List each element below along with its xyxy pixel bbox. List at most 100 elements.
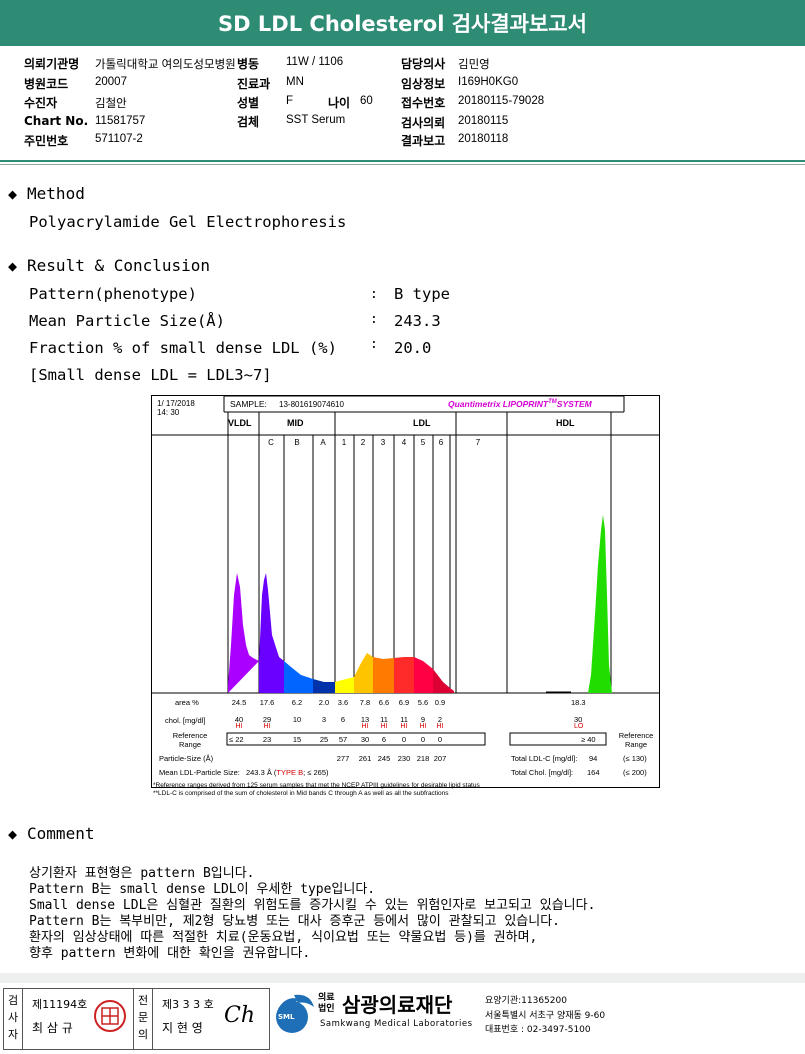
footnote-1: *Reference ranges derived from 125 serum…: [153, 782, 480, 789]
method-text: Polyacrylamide Gel Electrophoresis: [29, 213, 347, 231]
info-value-clinical-info: I169H0KG0: [458, 76, 519, 88]
tester-no: 제11194호: [32, 998, 88, 1011]
info-value-specimen: SST Serum: [286, 114, 346, 126]
area-hdl: 18.3: [571, 698, 586, 707]
sub-band-label: 5: [420, 438, 426, 447]
area-value: 6.2: [291, 698, 303, 707]
result-particle-size-value: 243.3: [394, 312, 441, 330]
total-ldl: 94: [589, 754, 598, 763]
address: 서울특별시 서초구 양재동 9-60: [485, 1011, 606, 1021]
ref-first: ≤ 22: [229, 735, 244, 744]
total-ldl-label: Total LDL-C [mg/dl]:: [511, 754, 578, 763]
result-section-title: ◆ Result & Conclusion: [8, 256, 210, 275]
area-value: 17.6: [259, 698, 275, 707]
chol-value: 6: [340, 715, 346, 724]
diamond-bullet-icon: ◆: [8, 256, 18, 275]
lipoprint-time: 14: 30: [157, 408, 180, 417]
info-label-doctor: 담당의사: [401, 57, 446, 71]
particle-label: Particle-Size (Å): [159, 754, 214, 763]
area-value: 24.5: [231, 698, 247, 707]
info-value-request-date: 20180115: [458, 115, 509, 127]
info-value-sex: F: [286, 95, 294, 107]
sub-band-label: C: [268, 438, 274, 447]
result-colon: :: [370, 337, 378, 352]
lipoprint-brand: Quantimetrix LIPOPRINTTMSYSTEM: [448, 399, 592, 409]
info-label-request-date: 검사의뢰: [401, 116, 446, 130]
info-label-institution: 의뢰기관명: [24, 57, 80, 71]
brand-system: SYSTEM: [556, 399, 592, 409]
info-label-ward: 병동: [237, 57, 260, 71]
brand-tm: TM: [548, 399, 557, 406]
flag-value: HI: [263, 723, 271, 730]
sub-band-label: 2: [360, 438, 366, 447]
tester-label: 검사자: [7, 994, 19, 1041]
result-pattern-value: B type: [394, 285, 450, 303]
info-label-sex: 성별: [237, 96, 260, 110]
diamond-bullet-icon: ◆: [8, 184, 18, 203]
logo-text: SML: [278, 1013, 295, 1021]
org-name-en: Samkwang Medical Laboratories: [320, 1019, 473, 1029]
mean-ref: ; ≤ 265): [303, 768, 329, 777]
method-section-title: ◆ Method: [8, 184, 85, 203]
chol-value: 10: [292, 715, 302, 724]
sub-band-label: 4: [401, 438, 407, 447]
comment-title: Comment: [27, 824, 95, 843]
info-value-chart-no: 11581757: [95, 115, 146, 127]
info-label-clinical-info: 임상정보: [401, 77, 446, 91]
sub-band-label: A: [320, 438, 326, 447]
mean-label: Mean LDL-Particle Size:: [159, 768, 240, 777]
sub-band-label: B: [294, 438, 300, 447]
institution-code: 요양기관:11365200: [485, 996, 567, 1006]
footnote-2: **LDL-C is comprised of the sum of chole…: [153, 790, 449, 797]
report-title: SD LDL Cholesterol 검사결과보고서: [218, 12, 587, 36]
ref-label: Reference Range: [172, 731, 208, 749]
info-label-age: 나이: [328, 96, 351, 110]
info-label-patient: 수진자: [24, 96, 58, 110]
info-divider: [0, 160, 805, 162]
seal-icon: [94, 1000, 126, 1032]
result-colon: :: [370, 312, 378, 327]
info-label-report-date: 결과보고: [401, 134, 446, 148]
flag-value: HI: [436, 723, 444, 730]
result-fraction-value: 20.0: [394, 339, 432, 357]
sub-band-label: 7: [475, 438, 481, 447]
info-label-resident-no: 주민번호: [24, 134, 69, 148]
ref-value: 23: [262, 735, 272, 744]
mean-particle-line: Mean LDL-Particle Size: 243.3 Å (TYPE B;…: [159, 768, 329, 777]
flag-value: HI: [235, 723, 243, 730]
info-value-institution: 가톨릭대학교 여의도성모병원: [95, 59, 236, 71]
report-header: SD LDL Cholesterol 검사결과보고서: [0, 0, 805, 46]
info-value-department: MN: [286, 76, 304, 88]
info-label-receipt-no: 접수번호: [401, 96, 446, 110]
result-title: Result & Conclusion: [27, 256, 211, 275]
area-label: area %: [175, 698, 199, 707]
doctor-signature: Ch: [224, 1003, 256, 1028]
org-type: 의료법인: [318, 993, 335, 1014]
info-value-age: 60: [360, 95, 373, 107]
comment-line: 향후 pattern 변화에 대한 확인을 권유합니다.: [29, 946, 311, 961]
info-value-receipt-no: 20180115-79028: [458, 95, 545, 107]
info-value-resident-no: 571107-2: [95, 133, 143, 145]
sub-band-label: 3: [380, 438, 386, 447]
particle-value: 277: [336, 754, 350, 763]
info-value-doctor: 김민영: [458, 59, 490, 71]
mean-value: 243.3 Å: [245, 768, 272, 777]
area-value: 0.9: [434, 698, 446, 707]
info-label-department: 진료과: [237, 77, 271, 91]
total-chol-ref: (≤ 200): [623, 768, 647, 777]
doctor-label: 전문의: [137, 994, 149, 1041]
flag-hdl: LO: [574, 723, 584, 730]
info-divider-thin: [0, 164, 805, 165]
band-group-ldl: LDL: [413, 418, 431, 428]
result-pattern-label: Pattern(phenotype): [29, 285, 197, 303]
chol-label: chol. [mg/dl]: [165, 716, 206, 725]
lipoprint-report: 1/ 17/2018 14: 30 SAMPLE: 13-80161907461…: [151, 395, 661, 805]
info-label-hospital-code: 병원코드: [24, 77, 69, 91]
total-chol-label: Total Chol. [mg/dl]:: [511, 768, 574, 777]
area-value: 3.6: [337, 698, 349, 707]
ref-label-right: Reference Range: [618, 731, 654, 749]
report-footer: 검사자 제11194호 최 삼 규 전문의 제3 3 3 호 지 현 영 Ch …: [0, 975, 805, 1054]
lipoprint-date: 1/ 17/2018: [157, 399, 195, 408]
diamond-bullet-icon: ◆: [8, 824, 18, 843]
result-fraction-label: Fraction % of small dense LDL (%): [29, 339, 337, 357]
